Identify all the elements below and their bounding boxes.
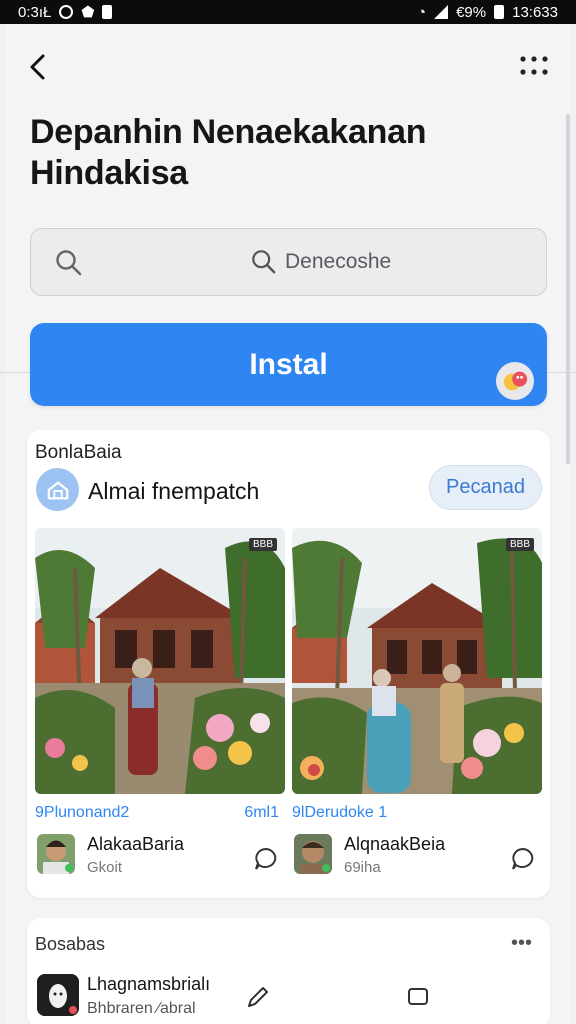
edit-pencil-icon[interactable] [245, 984, 271, 1010]
second-card: Bosabas ••• Lhagnamsbrialı Bhbraren ∕abr… [27, 918, 550, 1024]
notification-icon: ⬟ [81, 4, 95, 21]
caption-left: 9Plunonand2 [35, 804, 130, 821]
garden-house-photo [35, 528, 285, 794]
post-photo[interactable]: BBB [292, 528, 542, 794]
battery-icon [494, 5, 505, 19]
storage-icon [102, 5, 113, 19]
install-button[interactable]: Instal [30, 323, 547, 406]
page-title: Depanhin Nenaekakanan Hindakisa [30, 113, 427, 192]
sync-icon [59, 5, 74, 19]
search-field[interactable]: Denecoshe [30, 228, 547, 296]
card-username[interactable]: Lhagnamsbrialı [87, 974, 210, 995]
search-placeholder: Denecoshe [285, 250, 392, 273]
reaction-badge[interactable] [496, 362, 534, 400]
scrollbar[interactable] [566, 114, 570, 464]
user-avatar-image [37, 834, 75, 874]
more-dots-icon [520, 56, 548, 75]
search-icon [252, 250, 276, 274]
app-icon[interactable] [36, 468, 79, 511]
clock-left: 0:3ıŁ [18, 3, 52, 21]
photo-badge: BBB [248, 538, 277, 551]
comment-icon[interactable] [253, 846, 279, 872]
search-icon [56, 250, 82, 276]
post-photo[interactable]: BBB [35, 528, 285, 794]
wifi-icon: ◔ [417, 3, 427, 21]
search-input[interactable]: Denecoshe [251, 249, 391, 275]
house-icon [47, 481, 68, 499]
avatar[interactable] [37, 974, 79, 1016]
user-avatar-image [37, 974, 79, 1016]
photo-badge: BBB [505, 538, 534, 551]
emoji-reaction-icon [503, 371, 528, 391]
comment-icon[interactable] [510, 846, 536, 872]
caption-right: 6ml1 [244, 804, 279, 821]
post-username[interactable]: AlakaaBaria [87, 834, 184, 855]
status-left: 0:3ıŁ ⬟ [18, 3, 113, 21]
avatar[interactable] [294, 834, 332, 874]
post-caption: 9lDerudoke 1 [292, 804, 542, 822]
post-item[interactable]: BBB 9Plunonand2 6ml1 AlakaaBaria Gkoit [35, 528, 285, 898]
caption-left: 9lDerudoke 1 [292, 804, 388, 821]
message-icon[interactable] [407, 986, 429, 1008]
app-name[interactable]: Almai fnempatch [88, 478, 259, 505]
more-options-button[interactable] [518, 52, 550, 80]
post-username[interactable]: AlqnaakBeia [344, 834, 445, 855]
status-right: ◔ €9% 13:633 [417, 4, 558, 21]
signal-icon [434, 5, 449, 19]
post-item[interactable]: BBB 9lDerudoke 1 AlqnaakBeia 69iha [292, 528, 542, 898]
battery-percent: €9% [456, 3, 487, 21]
section-label: BonlaBaia [35, 442, 122, 463]
section-label: Bosabas [35, 934, 106, 954]
card-subtext: Bhbraren ∕abral [87, 1000, 196, 1017]
clock-right: 13:633 [512, 3, 558, 21]
chevron-left-icon [30, 54, 45, 80]
user-avatar-image [294, 834, 332, 874]
status-bar: 0:3ıŁ ⬟ ◔ €9% 13:633 [0, 0, 576, 24]
featured-card: BonlaBaia Almai fnempatch Pecanad BBB 9P… [27, 430, 550, 898]
post-caption: 9Plunonand2 6ml1 [35, 804, 285, 822]
more-horizontal-icon[interactable]: ••• [511, 932, 532, 955]
post-subtext: Gkoit [87, 859, 123, 876]
open-button[interactable]: Pecanad [429, 465, 542, 510]
garden-house-photo [292, 528, 542, 794]
post-subtext: 69iha [344, 859, 381, 876]
back-button[interactable] [24, 52, 54, 82]
avatar[interactable] [37, 834, 75, 874]
